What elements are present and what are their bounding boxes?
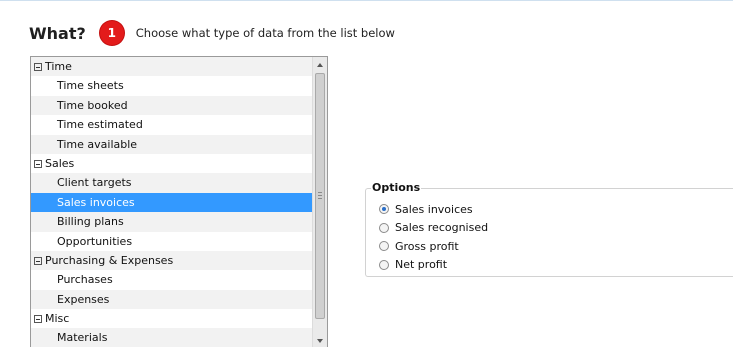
scroll-up-arrow-icon <box>317 62 323 67</box>
radio-button-icon[interactable] <box>379 259 389 270</box>
option-label: Net profit <box>395 258 448 272</box>
list-item-time-available[interactable]: Time available <box>31 134 313 154</box>
top-border <box>0 0 733 1</box>
list-item-billing-plans[interactable]: Billing plans <box>31 212 313 232</box>
radio-button-icon[interactable] <box>379 222 389 233</box>
option-label: Gross profit <box>395 239 459 253</box>
radio-button-icon[interactable] <box>379 204 389 214</box>
list-item-label: Expenses <box>57 292 110 306</box>
list-item-label: Time <box>45 60 72 73</box>
list-item-time-booked[interactable]: Time booked <box>31 95 313 116</box>
options-legend: Options <box>371 181 422 194</box>
radio-button-icon[interactable] <box>379 241 389 252</box>
list-item-label: Opportunities <box>57 234 133 248</box>
list-item-expenses[interactable]: Expenses <box>31 289 313 310</box>
list-item-label: Sales <box>45 156 75 170</box>
grip-icon <box>318 192 322 201</box>
list-item-label: Sales invoices <box>57 195 135 209</box>
option-sales-invoices[interactable]: Sales invoices <box>379 201 473 217</box>
section-title: What? <box>29 23 86 43</box>
list-item-sales-invoices[interactable]: Sales invoices <box>31 192 313 213</box>
list-item-label: Time estimated <box>57 118 143 132</box>
collapse-icon[interactable] <box>34 159 42 168</box>
option-sales-recognised[interactable]: Sales recognised <box>379 220 488 236</box>
list-item-label: Billing plans <box>57 215 124 229</box>
list-item-label: Client targets <box>57 176 132 190</box>
list-item-materials[interactable]: Materials <box>31 328 313 347</box>
list-item-label: Materials <box>57 331 108 345</box>
list-group-purchasing-and-expenses[interactable]: Purchasing & Expenses <box>31 250 313 271</box>
section-header: What? 1 Choose what type of data from th… <box>29 21 395 45</box>
list-vertical-scrollbar[interactable] <box>312 57 327 347</box>
collapse-icon[interactable] <box>34 63 42 71</box>
collapse-icon[interactable] <box>34 256 42 265</box>
list-item-label: Purchasing & Expenses <box>45 253 174 267</box>
list-group-misc[interactable]: Misc <box>31 309 313 328</box>
scroll-down-arrow-icon <box>317 338 323 343</box>
options-group: Options Sales invoices Sales recognised Gr… <box>365 181 733 277</box>
list-item-purchases[interactable]: Purchases <box>31 270 313 289</box>
list-item-label: Time sheets <box>57 79 124 93</box>
list-item-time-sheets[interactable]: Time sheets <box>31 76 313 95</box>
scroll-up-button[interactable] <box>313 57 327 72</box>
list-group-sales[interactable]: Sales <box>31 154 313 173</box>
scrollbar-thumb[interactable] <box>315 73 325 319</box>
collapse-icon[interactable] <box>34 315 42 324</box>
list-item-opportunities[interactable]: Opportunities <box>31 232 313 251</box>
step-number-badge: 1 <box>99 21 124 45</box>
list-item-label: Time booked <box>57 98 128 112</box>
list-item-label: Purchases <box>57 273 113 287</box>
section-description: Choose what type of data from the list b… <box>135 26 395 40</box>
option-net-profit[interactable]: Net profit <box>379 257 447 273</box>
list-group-time[interactable]: Time <box>31 57 313 77</box>
data-type-list-items: Time Time sheets Time booked Time estimated… <box>31 57 313 347</box>
list-item-label: Time available <box>57 137 138 151</box>
list-item-client-targets[interactable]: Client targets <box>31 173 313 193</box>
list-item-label: Misc <box>45 312 70 326</box>
list-item-time-estimated[interactable]: Time estimated <box>31 115 313 134</box>
data-type-list[interactable]: Time Time sheets Time booked Time estimated… <box>30 56 328 347</box>
option-gross-profit[interactable]: Gross profit <box>379 238 459 254</box>
scroll-down-button[interactable] <box>313 333 327 347</box>
option-label: Sales recognised <box>395 221 489 235</box>
option-label: Sales invoices <box>395 202 473 216</box>
